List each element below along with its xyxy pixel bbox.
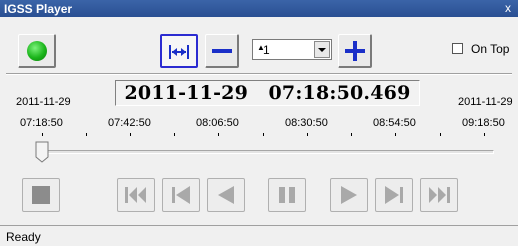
green-status-icon <box>27 41 47 61</box>
fit-range-button[interactable] <box>160 34 198 68</box>
fit-range-icon <box>169 45 189 59</box>
tick-label: 08:30:50 <box>285 117 328 129</box>
step-back-button[interactable] <box>162 178 200 212</box>
play-icon <box>341 186 357 204</box>
speed-value: 1 <box>263 43 270 57</box>
tick-label: 08:06:50 <box>196 117 239 129</box>
run-button[interactable] <box>18 34 56 68</box>
title-bar[interactable]: IGSS Player x <box>0 0 518 17</box>
stop-icon <box>32 186 50 204</box>
status-bar: Ready <box>0 225 518 246</box>
window-title: IGSS Player <box>4 2 73 16</box>
tick-mark <box>130 133 131 136</box>
tick-mark <box>174 133 175 136</box>
skip-last-icon <box>429 187 450 203</box>
timeline-slider-thumb[interactable] <box>35 141 49 163</box>
on-top-label: On Top <box>471 42 510 56</box>
step-forward-icon <box>385 186 403 204</box>
tick-mark <box>263 133 264 136</box>
tick-label: 07:18:50 <box>20 117 63 129</box>
chevron-down-icon <box>318 48 326 52</box>
igss-player-window: IGSS Player x ▲ 1 On Top 2011-11-29 2011… <box>0 0 518 246</box>
tick-mark <box>395 133 396 136</box>
range-end-date: 2011-11-29 <box>458 96 513 108</box>
play-reverse-button[interactable] <box>207 178 245 212</box>
checkbox-box[interactable] <box>452 43 463 54</box>
dropdown-button[interactable] <box>314 41 330 58</box>
step-forward-button[interactable] <box>375 178 413 212</box>
zoom-in-button[interactable] <box>338 34 372 68</box>
play-reverse-icon <box>218 186 234 204</box>
tick-mark <box>86 133 87 136</box>
toolbar-divider <box>6 73 512 75</box>
tick-label: 08:54:50 <box>373 117 416 129</box>
stop-button[interactable] <box>22 178 60 212</box>
tick-label: 07:42:50 <box>108 117 151 129</box>
tick-mark <box>307 133 308 136</box>
current-time: 07:18:50.469 <box>268 82 411 104</box>
plus-icon <box>345 41 365 61</box>
tick-mark <box>218 133 219 136</box>
close-icon[interactable]: x <box>501 1 515 15</box>
status-text: Ready <box>6 230 41 244</box>
step-back-icon <box>172 186 190 204</box>
tick-mark <box>440 133 441 136</box>
tick-mark <box>42 133 43 136</box>
tick-mark <box>484 133 485 136</box>
zoom-out-button[interactable] <box>205 34 239 68</box>
current-date: 2011-11-29 <box>124 82 249 104</box>
current-datetime: 2011-11-29 07:18:50.469 <box>116 82 419 104</box>
pause-icon <box>279 187 295 203</box>
speed-select[interactable]: ▲ 1 <box>252 39 332 60</box>
skip-first-icon <box>125 187 146 203</box>
minus-icon <box>212 49 232 53</box>
play-button[interactable] <box>330 178 368 212</box>
pause-button[interactable] <box>268 178 306 212</box>
range-start-date: 2011-11-29 <box>16 96 71 108</box>
tick-mark <box>351 133 352 136</box>
skip-first-button[interactable] <box>117 178 155 212</box>
timeline-track[interactable] <box>38 150 494 154</box>
skip-last-button[interactable] <box>420 178 458 212</box>
current-time-display: 2011-11-29 07:18:50.469 <box>115 80 420 106</box>
tick-label: 09:18:50 <box>462 117 505 129</box>
